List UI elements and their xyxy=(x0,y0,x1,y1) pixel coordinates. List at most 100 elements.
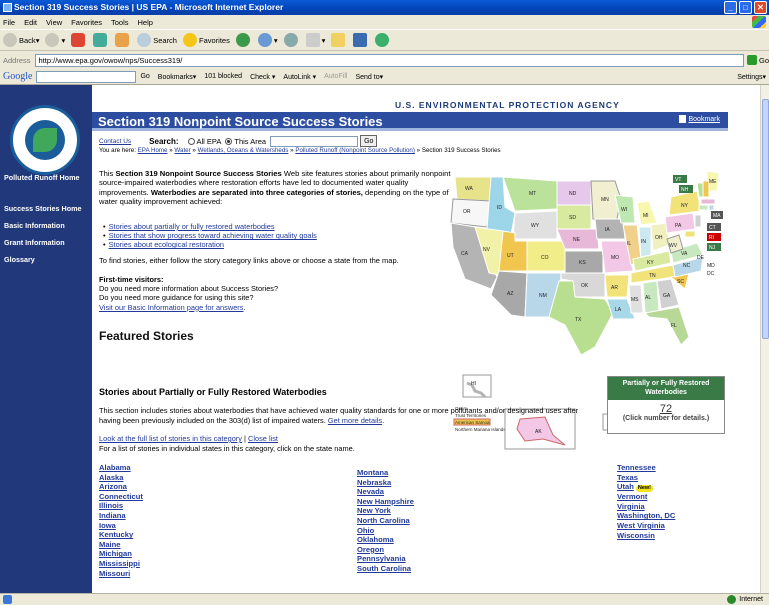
state-link[interactable]: Connecticut xyxy=(99,492,143,502)
link-ecological-stories[interactable]: Stories about ecological restoration xyxy=(109,240,224,249)
edit-button[interactable] xyxy=(331,33,347,47)
state-nj[interactable] xyxy=(694,214,702,228)
state-or[interactable] xyxy=(450,198,492,228)
maximize-button[interactable]: □ xyxy=(739,1,752,14)
state-link[interactable]: Maine xyxy=(99,540,143,550)
state-fl[interactable] xyxy=(643,306,690,346)
site-search-go-button[interactable]: Go xyxy=(360,135,378,147)
forward-button[interactable]: ▾ xyxy=(45,33,65,47)
bookmark-link[interactable]: Bookmark xyxy=(679,115,720,123)
state-link[interactable]: Kentucky xyxy=(99,530,143,540)
print-button[interactable]: ▾ xyxy=(305,33,325,47)
state-link[interactable]: Montana xyxy=(357,468,414,478)
google-settings-button[interactable]: Settings▾ xyxy=(737,73,766,81)
google-go-button[interactable]: Go xyxy=(140,73,149,80)
sidebar-item-glossary[interactable]: Glossary xyxy=(4,255,92,264)
radio-this-area[interactable] xyxy=(225,137,233,145)
media-button[interactable] xyxy=(235,33,252,47)
epa-seal-logo[interactable] xyxy=(10,105,80,175)
vertical-scrollbar[interactable] xyxy=(760,85,769,593)
breadcrumb-polluted-runoff[interactable]: Polluted Runoff (Nonpoint Source Polluti… xyxy=(295,147,415,154)
restored-count-link[interactable]: 72 xyxy=(608,403,724,415)
state-ct[interactable] xyxy=(698,204,709,211)
state-link[interactable]: South Carolina xyxy=(357,564,414,574)
popup-blocked-button[interactable]: 101 blocked xyxy=(204,73,242,80)
state-link[interactable]: Pennsylvania xyxy=(357,554,414,564)
sidebar-item-grant-information[interactable]: Grant Information xyxy=(4,238,92,247)
state-link[interactable]: Mississippi xyxy=(99,559,143,569)
menu-edit[interactable]: Edit xyxy=(24,18,37,27)
state-link[interactable]: Arizona xyxy=(99,482,143,492)
home-button[interactable] xyxy=(115,33,131,47)
state-link[interactable]: New York xyxy=(357,506,414,516)
state-link-utah[interactable]: Utah xyxy=(617,482,634,491)
menu-help[interactable]: Help xyxy=(138,18,153,27)
state-link[interactable]: Michigan xyxy=(99,549,143,559)
link-progress-stories[interactable]: Stories that show progress toward achiev… xyxy=(109,231,317,240)
radio-all-epa[interactable] xyxy=(187,137,195,145)
favorites-button[interactable]: Favorites xyxy=(182,33,230,47)
state-md[interactable] xyxy=(684,230,696,238)
state-link[interactable]: Ohio xyxy=(357,526,414,536)
refresh-button[interactable] xyxy=(93,33,109,47)
state-link[interactable]: Nevada xyxy=(357,487,414,497)
state-link[interactable]: Tennessee xyxy=(617,463,675,473)
discuss-button[interactable] xyxy=(353,33,369,47)
autofill-button[interactable]: AutoFill xyxy=(324,73,347,80)
get-more-details-link[interactable]: Get more details xyxy=(328,416,382,425)
scrollbar-thumb[interactable] xyxy=(762,99,769,339)
state-link[interactable]: Texas xyxy=(617,473,675,483)
sidebar-item-success-stories-home[interactable]: Success Stories Home xyxy=(4,204,92,213)
full-list-link[interactable]: Look at the full list of stories in this… xyxy=(99,434,242,443)
state-link[interactable]: Oregon xyxy=(357,545,414,555)
spell-check-button[interactable]: Check ▾ xyxy=(250,73,275,81)
google-search-input[interactable] xyxy=(36,70,137,83)
state-link[interactable]: Vermont xyxy=(617,492,675,502)
state-link[interactable]: West Virginia xyxy=(617,521,675,531)
sidebar-item-basic-information[interactable]: Basic Information xyxy=(4,221,92,230)
state-link[interactable]: Virginia xyxy=(617,502,675,512)
breadcrumb-water[interactable]: Water xyxy=(174,147,190,154)
sidebar-item-polluted-runoff-home[interactable]: Polluted Runoff Home xyxy=(4,173,92,182)
basic-info-link[interactable]: Visit our Basic Information page for ans… xyxy=(99,303,243,312)
state-link[interactable]: Iowa xyxy=(99,521,143,531)
menu-tools[interactable]: Tools xyxy=(111,18,129,27)
history-button[interactable]: ▾ xyxy=(257,33,278,47)
address-input[interactable]: http://www.epa.gov/owow/nps/Success319/ xyxy=(34,53,744,67)
breadcrumb-wetlands[interactable]: Wetlands, Oceans & Watersheds xyxy=(198,147,289,154)
territory-nmi[interactable]: Northern Mariana Islands xyxy=(455,427,506,432)
state-link[interactable]: Illinois xyxy=(99,501,143,511)
menu-file[interactable]: File xyxy=(3,18,15,27)
state-link[interactable]: Oklahoma xyxy=(357,535,414,545)
state-link[interactable]: Alabama xyxy=(99,463,143,473)
state-link[interactable]: Missouri xyxy=(99,569,143,579)
site-search-input[interactable] xyxy=(270,135,359,147)
minimize-button[interactable]: _ xyxy=(724,1,737,14)
state-link[interactable]: Wisconsin xyxy=(617,531,675,541)
state-wa[interactable] xyxy=(454,176,492,202)
state-link[interactable]: New Hampshire xyxy=(357,497,414,507)
menu-view[interactable]: View xyxy=(46,18,62,27)
hawaii-inset[interactable] xyxy=(462,374,492,398)
state-link[interactable]: Indiana xyxy=(99,511,143,521)
close-list-link[interactable]: Close list xyxy=(248,434,278,443)
send-to-button[interactable]: Send to▾ xyxy=(355,73,383,81)
menu-favorites[interactable]: Favorites xyxy=(71,18,102,27)
state-link[interactable]: Alaska xyxy=(99,473,143,483)
contact-us-link[interactable]: Contact Us xyxy=(99,138,131,145)
messenger-button[interactable] xyxy=(375,33,391,47)
close-button[interactable]: ✕ xyxy=(754,1,767,14)
mail-button[interactable] xyxy=(283,33,300,47)
state-link[interactable]: North Carolina xyxy=(357,516,414,526)
go-button[interactable]: Go xyxy=(746,55,769,65)
breadcrumb-epa-home[interactable]: EPA Home xyxy=(138,147,168,154)
state-ri[interactable] xyxy=(708,204,715,211)
google-bookmarks-button[interactable]: Bookmarks▾ xyxy=(158,73,197,81)
search-button[interactable]: Search xyxy=(137,33,177,47)
state-link[interactable]: Washington, DC xyxy=(617,511,675,521)
stop-button[interactable] xyxy=(71,33,87,47)
link-restored-stories[interactable]: Stories about partially or fully restore… xyxy=(109,222,275,231)
state-link[interactable]: Nebraska xyxy=(357,478,414,488)
state-ma[interactable] xyxy=(700,198,716,205)
autolink-button[interactable]: AutoLink ▾ xyxy=(283,73,316,81)
